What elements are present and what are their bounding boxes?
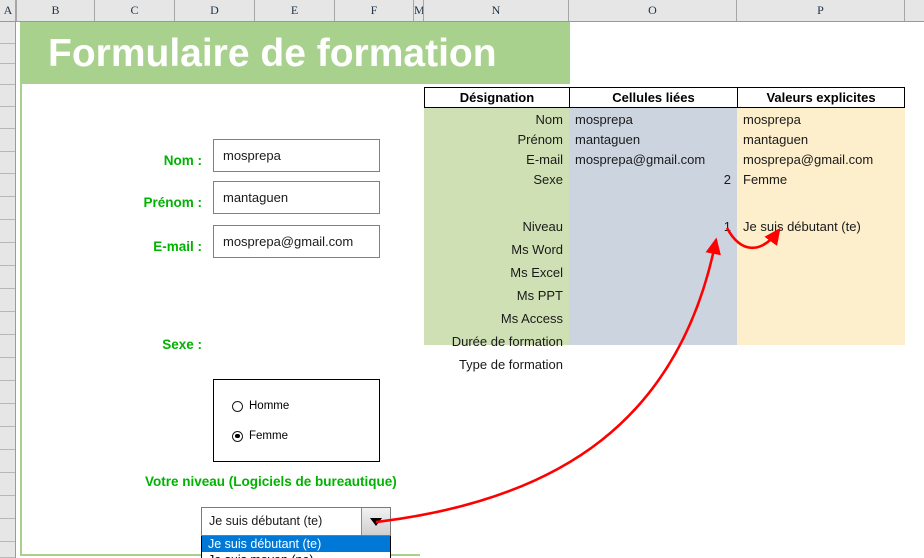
label-nom: Nom : (163, 153, 202, 168)
row-header-cell[interactable] (0, 358, 15, 381)
dropdown-niveau[interactable]: Je suis débutant (te) (201, 507, 391, 536)
column-header-a[interactable]: A (0, 0, 17, 21)
row-header-cell[interactable] (0, 335, 15, 358)
row-header-cell[interactable] (0, 427, 15, 450)
input-prenom[interactable]: mantaguen (213, 181, 380, 214)
label-email: E-mail : (153, 239, 202, 254)
table-cell-designation[interactable] (424, 188, 569, 211)
table-cell-linked[interactable]: 1 (569, 215, 737, 238)
row-header-cell[interactable] (0, 107, 15, 129)
table-cell-designation[interactable]: Ms Word (424, 238, 569, 261)
column-header-n[interactable]: N (424, 0, 569, 21)
table-header-designation: Désignation (424, 87, 570, 108)
table-column-cellules-liees: mosprepa mantaguen mosprepa@gmail.com 2 … (569, 108, 737, 345)
column-header-p[interactable]: P (737, 0, 905, 21)
dropdown-option-moyen[interactable]: Je suis moyen (ne) (202, 552, 390, 558)
row-header-cell[interactable] (0, 44, 15, 64)
table-header-valeurs-explicites: Valeurs explicites (737, 87, 905, 108)
table-cell-designation[interactable]: Ms PPT (424, 284, 569, 307)
column-header-d[interactable]: D (175, 0, 255, 21)
form-title-banner: Formulaire de formation (20, 22, 570, 84)
radio-icon-selected (232, 430, 243, 442)
label-sexe: Sexe : (162, 337, 202, 352)
row-header-cell[interactable] (0, 64, 15, 85)
radio-option-femme[interactable]: Femme (232, 430, 288, 442)
label-prenom: Prénom : (143, 195, 202, 210)
table-header-cellules-liees: Cellules liées (569, 87, 738, 108)
chevron-down-icon (370, 517, 382, 526)
row-header-cell[interactable] (0, 473, 15, 496)
column-header-o[interactable]: O (569, 0, 737, 21)
table-cell-linked[interactable]: 2 (569, 168, 737, 191)
row-header-cell[interactable] (0, 129, 15, 152)
row-header-cell[interactable] (0, 243, 15, 266)
row-header-cell[interactable] (0, 85, 15, 107)
column-header-e[interactable]: E (255, 0, 335, 21)
column-header-c[interactable]: C (95, 0, 175, 21)
row-header-cell[interactable] (0, 152, 15, 174)
dropdown-option-list: Je suis débutant (te) Je suis moyen (ne) (201, 536, 391, 558)
table-cell-value[interactable]: Je suis débutant (te) (737, 215, 905, 238)
row-header-cell[interactable] (0, 312, 15, 335)
row-header-cell[interactable] (0, 519, 15, 542)
radio-icon (232, 400, 243, 412)
page-title: Formulaire de formation (48, 32, 497, 75)
table-cell-designation[interactable]: Ms Access (424, 307, 569, 330)
label-niveau: Votre niveau (Logiciels de bureautique) (145, 474, 397, 489)
table-cell-designation[interactable]: Ms Excel (424, 261, 569, 284)
row-header-cell[interactable] (0, 22, 15, 44)
radio-option-homme[interactable]: Homme (232, 400, 289, 412)
dropdown-selected-value: Je suis débutant (te) (209, 514, 323, 528)
row-header-cell[interactable] (0, 197, 15, 220)
spreadsheet-sheet: A B C D E F M N O P Formulaire de format… (0, 0, 924, 558)
radio-label: Homme (249, 400, 290, 412)
dropdown-option-debutant[interactable]: Je suis débutant (te) (202, 536, 390, 552)
row-header-cell[interactable] (0, 404, 15, 427)
table-cell-designation[interactable]: Type de formation (424, 353, 569, 376)
row-header-cell[interactable] (0, 220, 15, 243)
row-header-cell[interactable] (0, 496, 15, 519)
dropdown-toggle-button[interactable] (361, 508, 390, 535)
radio-group-sexe: Homme Femme (213, 379, 380, 462)
table-cell-value[interactable]: Femme (737, 168, 905, 191)
mapping-table: Désignation Cellules liées Valeurs expli… (424, 87, 905, 372)
column-header-f[interactable]: F (335, 0, 414, 21)
input-email[interactable]: mosprepa@gmail.com (213, 225, 380, 258)
row-header-bar (0, 22, 16, 558)
table-cell-designation[interactable]: Durée de formation (424, 330, 569, 353)
table-column-designation: Nom Prénom E-mail Sexe Niveau Ms Word Ms… (424, 108, 569, 372)
column-header-b[interactable]: B (17, 0, 95, 21)
table-column-valeurs-explicites: mosprepa mantaguen mosprepa@gmail.com Fe… (737, 108, 905, 345)
row-header-cell[interactable] (0, 542, 15, 558)
row-header-cell[interactable] (0, 381, 15, 404)
worksheet-grid: Formulaire de formation Nom : mosprepa P… (17, 22, 924, 558)
row-header-cell[interactable] (0, 266, 15, 289)
radio-label: Femme (249, 430, 288, 442)
column-header-m[interactable]: M (414, 0, 424, 21)
row-header-cell[interactable] (0, 289, 15, 312)
table-cell-designation[interactable]: Niveau (424, 215, 569, 238)
input-nom[interactable]: mosprepa (213, 139, 380, 172)
row-header-cell[interactable] (0, 450, 15, 473)
column-header-bar: A B C D E F M N O P (0, 0, 924, 22)
row-header-cell[interactable] (0, 174, 15, 197)
